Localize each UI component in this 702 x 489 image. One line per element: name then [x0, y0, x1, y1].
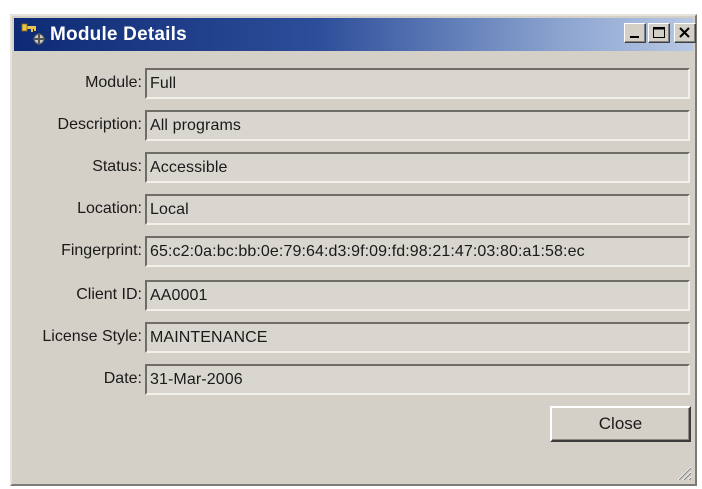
maximize-icon — [653, 27, 665, 38]
fingerprint-field[interactable]: 65:c2:0a:bc:bb:0e:79:64:d3:9f:09:fd:98:2… — [145, 236, 690, 267]
description-label: Description: — [57, 116, 142, 133]
description-field[interactable]: All programs — [145, 110, 690, 141]
location-label: Location: — [77, 200, 142, 217]
status-label: Status: — [92, 158, 142, 175]
client-id-field[interactable]: AA0001 — [145, 280, 690, 311]
license-style-field[interactable]: MAINTENANCE — [145, 322, 690, 353]
window-title: Module Details — [50, 24, 187, 45]
module-field[interactable]: Full — [145, 68, 690, 99]
minimize-button[interactable] — [624, 23, 646, 43]
location-field[interactable]: Local — [145, 194, 690, 225]
resize-grip-icon[interactable] — [674, 463, 692, 481]
close-window-button[interactable] — [674, 23, 696, 43]
minimize-icon — [630, 36, 639, 38]
module-label: Module: — [85, 74, 142, 91]
date-label: Date: — [103, 370, 142, 387]
title-bar[interactable]: Module Details — [14, 18, 696, 51]
close-button[interactable]: Close — [550, 406, 691, 442]
module-details-window: Module Details Module: Full Description:… — [10, 14, 697, 486]
close-icon — [679, 27, 690, 38]
client-id-label: Client ID: — [76, 286, 142, 303]
maximize-button[interactable] — [648, 23, 670, 43]
license-style-label: License Style: — [42, 328, 142, 345]
key-module-icon — [21, 22, 47, 46]
date-field[interactable]: 31-Mar-2006 — [145, 364, 690, 395]
status-field[interactable]: Accessible — [145, 152, 690, 183]
fingerprint-label: Fingerprint: — [61, 242, 142, 259]
